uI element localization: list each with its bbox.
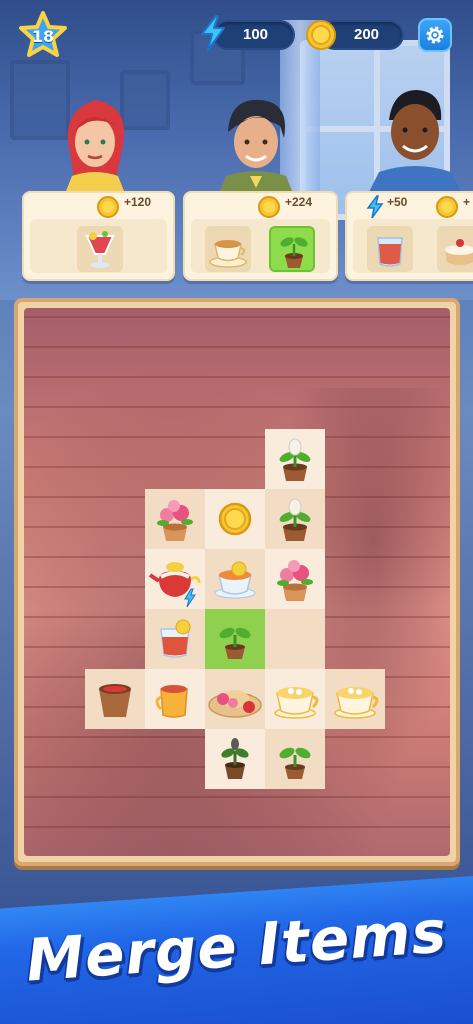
coin-icon — [436, 196, 458, 218]
order-item-slot[interactable] — [205, 226, 251, 272]
cappuccino-icon[interactable] — [265, 669, 325, 729]
order-reward-value: +224 — [285, 195, 313, 209]
coin-icon — [306, 20, 336, 50]
order-reward-value: +50 — [387, 195, 408, 209]
character-red-haired-woman — [64, 100, 126, 196]
fruit-cocktail-icon — [85, 231, 115, 268]
tea-cup-icon — [209, 240, 247, 268]
board-cell[interactable] — [145, 669, 205, 729]
rose-pot-icon[interactable] — [265, 549, 325, 609]
rose-pot-icon[interactable] — [145, 489, 205, 549]
coin-icon — [258, 196, 280, 218]
seedling-pot-icon[interactable] — [205, 609, 265, 669]
board-cell[interactable] — [205, 609, 265, 669]
board-cell[interactable] — [145, 549, 205, 609]
board-cell[interactable] — [205, 729, 265, 789]
board-cell[interactable] — [145, 489, 205, 549]
coin-icon — [97, 196, 119, 218]
seedling-pot-icon — [280, 237, 308, 268]
sprout-bud-pot-icon[interactable] — [265, 489, 325, 549]
order-item-slot[interactable] — [367, 226, 413, 272]
order-card[interactable]: +224 — [183, 191, 338, 281]
order-card[interactable]: +50 + — [345, 191, 473, 281]
cake-icon — [445, 239, 473, 265]
board-cell[interactable] — [265, 669, 325, 729]
order-item-slot[interactable] — [437, 226, 473, 272]
seedling-pot-icon[interactable] — [265, 729, 325, 789]
board-cell[interactable] — [265, 609, 325, 669]
teapot-energy-icon[interactable] — [145, 549, 205, 609]
board-cell[interactable] — [325, 669, 385, 729]
board-cell[interactable] — [265, 729, 325, 789]
character-man-blue-shirt — [367, 90, 463, 196]
level-number: 18 — [31, 27, 55, 46]
board-cell[interactable] — [205, 489, 265, 549]
empty-pot-icon[interactable] — [85, 669, 145, 729]
coin-value: 200 — [354, 26, 380, 43]
order-item-slot[interactable] — [77, 226, 123, 272]
board-cell[interactable] — [265, 429, 325, 489]
tea-glass-icon — [377, 237, 403, 267]
sprout-bud-pot-icon[interactable] — [265, 429, 325, 489]
rose-hat-icon[interactable] — [205, 669, 265, 729]
sprout-pot-icon[interactable] — [205, 729, 265, 789]
board-cell[interactable] — [205, 549, 265, 609]
gear-icon — [426, 26, 444, 44]
board-cell[interactable] — [145, 609, 205, 669]
order-reward-value: +120 — [124, 195, 152, 209]
energy-icon — [366, 195, 384, 219]
cappuccino-icon[interactable] — [325, 669, 385, 729]
lemon-tea-glass-icon[interactable] — [145, 609, 205, 669]
level-badge[interactable]: 18 — [16, 10, 70, 64]
order-item-slot-ready[interactable] — [269, 226, 315, 272]
order-card[interactable]: +120 — [22, 191, 175, 281]
board-cell[interactable] — [205, 669, 265, 729]
board-cell[interactable] — [85, 669, 145, 729]
order-reward-value-secondary: + — [463, 195, 471, 209]
tea-mug-icon[interactable] — [145, 669, 205, 729]
energy-icon — [201, 15, 225, 51]
board-cell[interactable] — [265, 489, 325, 549]
energy-value: 100 — [243, 26, 269, 43]
character-dark-haired-man — [218, 99, 294, 196]
coin-icon[interactable] — [205, 489, 265, 549]
settings-button[interactable] — [418, 18, 452, 52]
lemon-tea-cup-icon[interactable] — [205, 549, 265, 609]
board-cell[interactable] — [265, 549, 325, 609]
